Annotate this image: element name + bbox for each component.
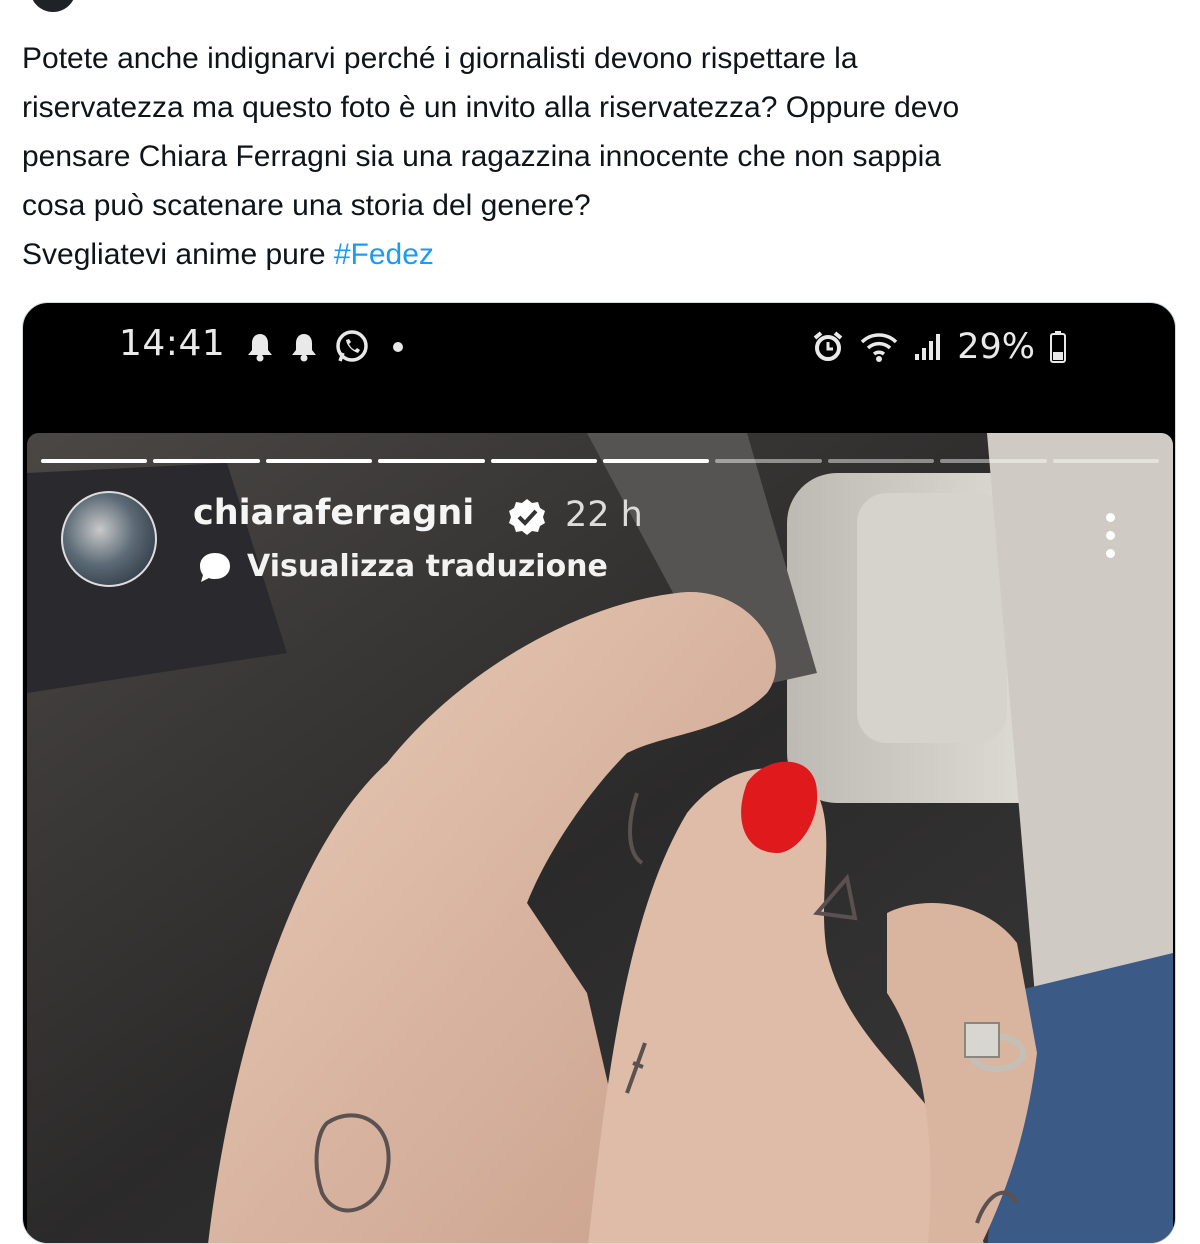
story-avatar[interactable]	[61, 491, 157, 587]
tweet-line: cosa può scatenare una storia del genere…	[22, 189, 591, 222]
bell-icon	[248, 334, 272, 362]
progress-segment	[490, 459, 598, 463]
battery-percent: 29%	[957, 327, 1035, 367]
translate-label: Visualizza traduzione	[247, 549, 608, 584]
progress-segment	[715, 459, 822, 463]
tweet-text: Potete anche indignarvi perché i giornal…	[22, 34, 1172, 279]
tweet-line-text: Svegliatevi anime pure	[22, 238, 334, 271]
verified-badge-icon	[509, 499, 545, 535]
tweet-line: Svegliatevi anime pure #Fedez	[22, 230, 1172, 279]
dot-icon	[1105, 531, 1115, 540]
story-progress-bar	[41, 459, 1160, 463]
story-timestamp: 22 h	[565, 495, 643, 535]
tweet-line: Potete anche indignarvi perché i giornal…	[22, 42, 858, 75]
battery-icon	[1050, 331, 1066, 363]
hashtag-link[interactable]: #Fedez	[334, 238, 434, 271]
tweet-line: riservatezza ma questo foto è un invito …	[22, 91, 960, 124]
progress-segment	[940, 459, 1047, 463]
progress-segment	[153, 459, 260, 463]
more-options-button[interactable]	[1103, 513, 1117, 569]
alarm-icon	[813, 331, 843, 361]
signal-icon	[915, 334, 941, 360]
tweet-media-image[interactable]: 14:41 29% chiaraferragni 22 h Visualizza…	[22, 302, 1176, 1244]
whatsapp-icon	[336, 330, 368, 362]
speech-bubble-icon	[200, 552, 230, 582]
progress-segment	[41, 459, 148, 463]
story-username[interactable]: chiaraferragni	[193, 493, 474, 533]
dot-icon	[1105, 549, 1115, 558]
progress-segment	[378, 459, 485, 463]
instagram-story[interactable]: chiaraferragni 22 h Visualizza traduzion…	[27, 433, 1173, 1243]
translate-link[interactable]: Visualizza traduzione	[197, 549, 608, 584]
progress-segment	[603, 459, 710, 463]
progress-segment	[1052, 459, 1160, 463]
story-header: chiaraferragni 22 h Visualizza traduzion…	[61, 491, 1141, 591]
phone-status-bar: 14:41 29%	[23, 303, 1175, 399]
status-time: 14:41	[119, 323, 226, 364]
wifi-icon	[860, 333, 898, 362]
tweet-author-avatar[interactable]	[30, 0, 76, 12]
tweet-line: pensare Chiara Ferragni sia una ragazzin…	[22, 140, 941, 173]
progress-segment	[827, 459, 935, 463]
dot-icon	[1105, 513, 1115, 522]
dot-icon	[393, 342, 403, 352]
bell-icon	[292, 334, 316, 362]
progress-segment	[265, 459, 373, 463]
